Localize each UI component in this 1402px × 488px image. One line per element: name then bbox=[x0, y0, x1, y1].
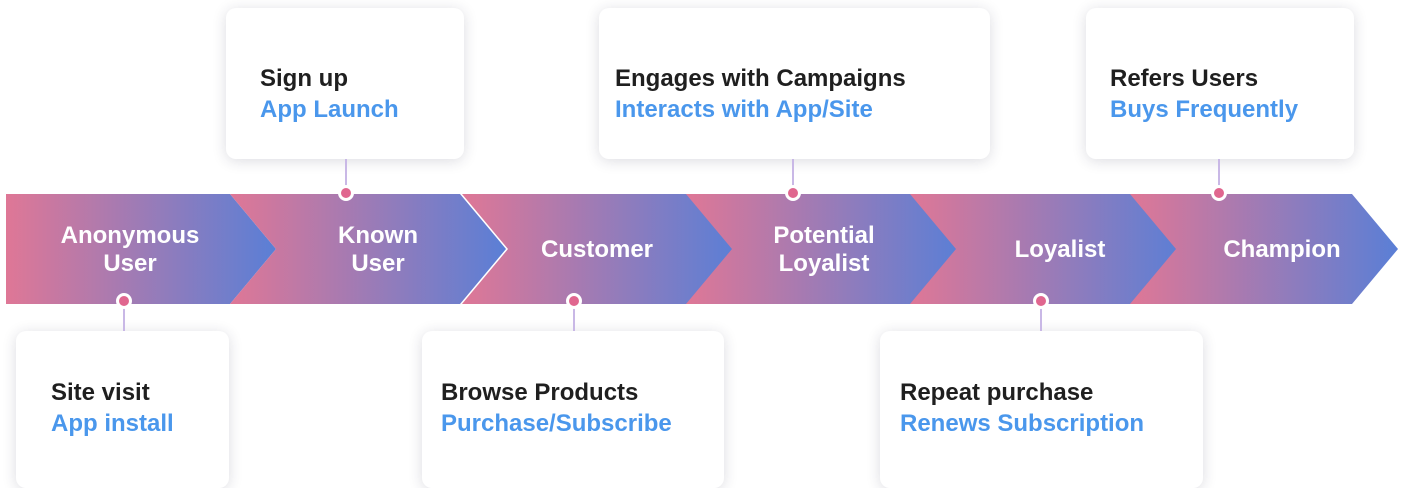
event-primary: Repeat purchase bbox=[900, 379, 1094, 406]
event-secondary: Buys Frequently bbox=[1110, 96, 1299, 123]
stage-label: Champion bbox=[1223, 236, 1340, 263]
event-secondary: App Launch bbox=[260, 96, 399, 123]
event-card-loyalist: Repeat purchase Renews Subscription bbox=[880, 331, 1203, 488]
stage-label: Potential bbox=[773, 222, 874, 249]
event-primary: Engages with Campaigns bbox=[615, 65, 906, 92]
event-secondary: App install bbox=[51, 410, 174, 437]
event-secondary: Interacts with App/Site bbox=[615, 96, 873, 123]
stage-chevron bbox=[6, 194, 276, 304]
event-primary: Site visit bbox=[51, 379, 150, 406]
event-secondary: Purchase/Subscribe bbox=[441, 410, 672, 437]
stage-label: Customer bbox=[541, 236, 653, 263]
event-primary: Sign up bbox=[260, 65, 348, 92]
stage-label: Loyalist bbox=[1015, 236, 1106, 263]
marker-dot-customer bbox=[566, 293, 582, 309]
event-primary: Browse Products bbox=[441, 379, 639, 406]
event-secondary: Renews Subscription bbox=[900, 410, 1145, 437]
marker-dot-loyalist bbox=[1033, 293, 1049, 309]
event-card-known-user: Sign up App Launch bbox=[226, 8, 464, 159]
event-primary: Refers Users bbox=[1110, 65, 1259, 92]
stage-label: User bbox=[351, 250, 404, 277]
stage-label: Loyalist bbox=[779, 250, 870, 277]
marker-dot-potential-loyalist bbox=[785, 185, 801, 201]
event-card-champion: Refers Users Buys Frequently bbox=[1086, 8, 1354, 159]
marker-dot-known-user bbox=[338, 185, 354, 201]
stage-label: Anonymous bbox=[61, 222, 200, 249]
stage-label: Known bbox=[338, 222, 418, 249]
stage-label: User bbox=[103, 250, 156, 277]
event-card-potential-loyalist: Engages with Campaigns Interacts with Ap… bbox=[599, 8, 990, 159]
event-card-anonymous-user: Site visit App install bbox=[16, 331, 229, 488]
marker-dot-anonymous-user bbox=[116, 293, 132, 309]
marker-dot-champion bbox=[1211, 185, 1227, 201]
event-card-customer: Browse Products Purchase/Subscribe bbox=[422, 331, 724, 488]
